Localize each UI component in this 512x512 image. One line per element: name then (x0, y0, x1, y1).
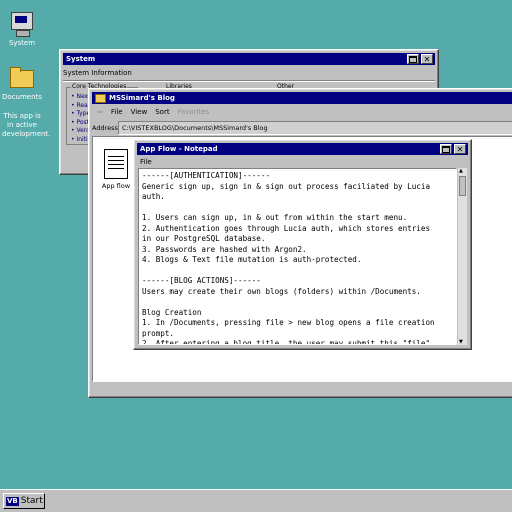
menu-file[interactable]: File (140, 158, 152, 168)
menu-sort[interactable]: Sort (155, 108, 169, 118)
system-heading: System Information (63, 69, 132, 77)
notepad-menubar: File (137, 158, 152, 168)
window-title: App Flow - Notepad (140, 145, 218, 153)
maximize-button[interactable] (440, 144, 452, 154)
notepad-window: App Flow - Notepad ✕ File ------[AUTHENT… (133, 139, 472, 350)
desktop-icon-system[interactable]: System (0, 12, 44, 47)
dev-status-note: This app is in active development. (2, 112, 51, 138)
file-label: App flow (101, 182, 131, 190)
close-button[interactable]: ✕ (421, 54, 433, 64)
notepad-titlebar[interactable]: App Flow - Notepad ✕ (137, 143, 468, 155)
desktop-icon-label: Documents (2, 93, 42, 101)
maximize-button[interactable] (407, 54, 419, 64)
start-label: Start (20, 496, 43, 506)
taskbar: VB Start (0, 489, 512, 512)
menu-view[interactable]: View (131, 108, 148, 118)
blog-menubar: ⇦ File View Sort Favorites (92, 108, 209, 118)
computer-icon (11, 12, 33, 37)
vertical-scrollbar[interactable]: ▲ ▼ (457, 168, 467, 345)
window-title: System (66, 55, 96, 63)
address-label: Address (92, 124, 118, 132)
notepad-textarea[interactable]: ------[AUTHENTICATION]------ Generic sig… (138, 168, 457, 345)
blog-titlebar[interactable]: MSSimard's Blog (92, 92, 512, 104)
back-icon[interactable]: ⇦ (97, 108, 103, 118)
scroll-up-icon[interactable]: ▲ (459, 168, 463, 174)
close-button[interactable]: ✕ (454, 144, 466, 154)
folder-icon (95, 93, 106, 103)
address-bar[interactable]: C:\VISTEXBLOG\Documents\MSSimard's Blog (118, 121, 512, 135)
scrollbar-thumb[interactable] (459, 176, 466, 196)
desktop-icon-label: System (8, 39, 36, 47)
system-titlebar[interactable]: System ✕ (63, 53, 435, 65)
file-item-app-flow[interactable]: App flow (101, 149, 131, 190)
start-button[interactable]: VB Start (3, 493, 45, 509)
text-document-icon (104, 149, 128, 179)
window-title: MSSimard's Blog (109, 94, 175, 102)
start-logo-icon: VB (6, 496, 19, 506)
scroll-down-icon[interactable]: ▼ (459, 339, 463, 345)
menu-favorites[interactable]: Favorites (178, 108, 210, 118)
menu-file[interactable]: File (111, 108, 123, 118)
address-value: C:\VISTEXBLOG\Documents\MSSimard's Blog (122, 124, 268, 132)
folder-icon (10, 67, 34, 88)
desktop-icon-documents[interactable]: Documents (0, 67, 44, 101)
